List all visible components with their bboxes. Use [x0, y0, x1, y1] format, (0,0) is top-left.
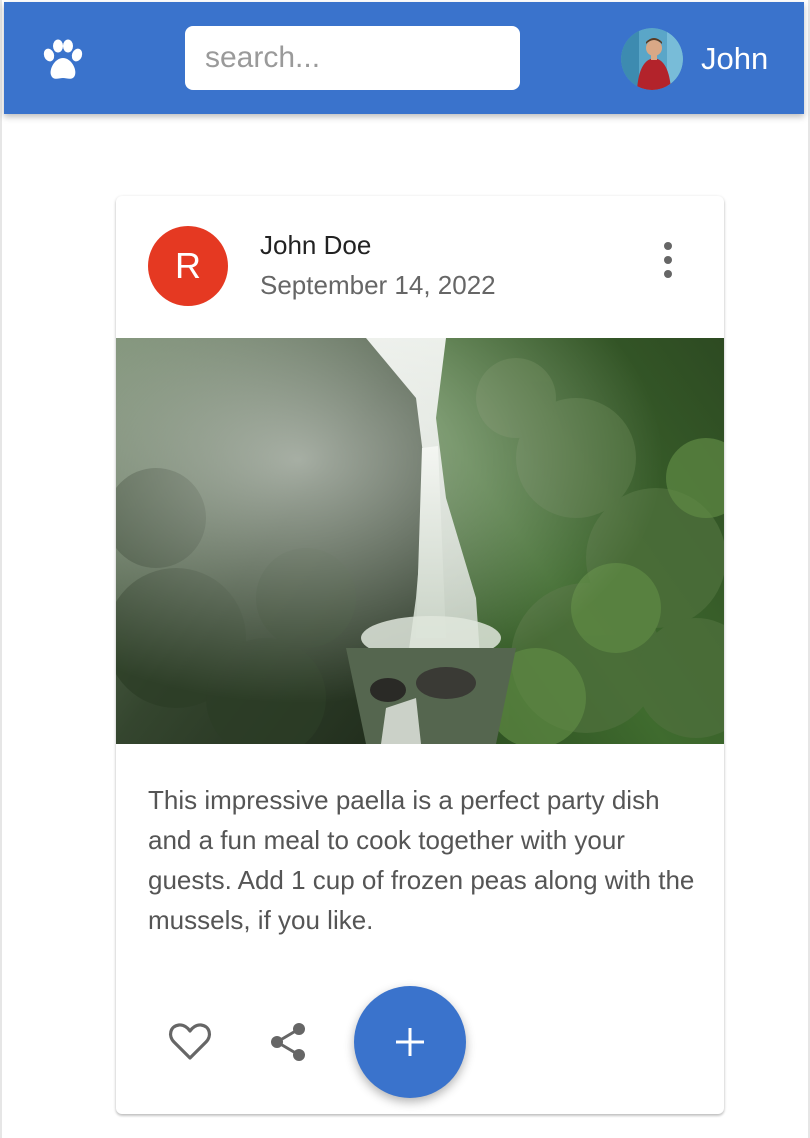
- search-input[interactable]: [185, 26, 520, 90]
- favorite-button[interactable]: [162, 1014, 218, 1070]
- author-avatar: R: [148, 226, 228, 306]
- post-date: September 14, 2022: [260, 270, 496, 300]
- share-icon: [271, 1023, 305, 1061]
- more-vert-icon[interactable]: [650, 236, 686, 284]
- share-button[interactable]: [260, 1014, 316, 1070]
- app-bar: John: [4, 2, 804, 114]
- waterfall-image: [116, 338, 724, 744]
- user-avatar[interactable]: [621, 28, 683, 90]
- author-name: John Doe: [260, 230, 372, 260]
- plus-icon: [396, 1028, 424, 1056]
- paw-icon[interactable]: [40, 38, 86, 84]
- add-button[interactable]: [354, 986, 466, 1098]
- user-name[interactable]: John: [701, 40, 768, 78]
- page-frame: John R John Doe September 14, 2022: [0, 0, 810, 1138]
- heart-icon: [168, 1023, 212, 1060]
- post-card: R John Doe September 14, 2022 This impre…: [116, 196, 724, 1114]
- avatar-photo: [621, 28, 683, 90]
- post-body: This impressive paella is a perfect part…: [148, 785, 695, 935]
- post-image: [116, 338, 724, 744]
